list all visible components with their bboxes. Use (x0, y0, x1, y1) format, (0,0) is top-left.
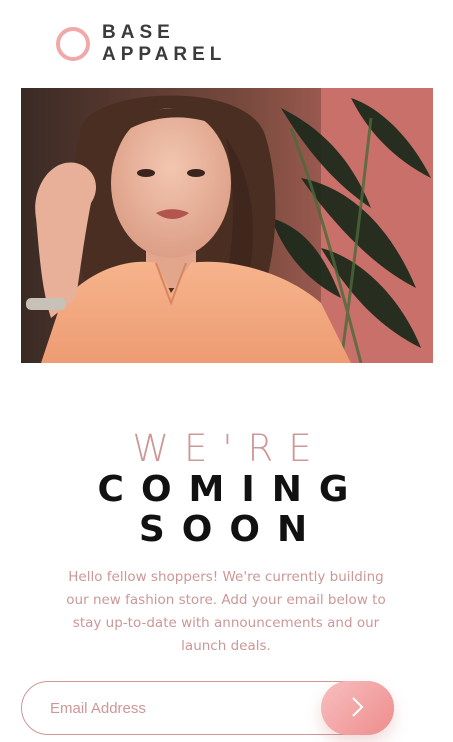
logo-line-2: APPAREL (102, 44, 227, 65)
logo-circle-icon (56, 27, 90, 61)
headline-bold-line-1: COMING (97, 469, 366, 510)
logo-text: BASE APPAREL (102, 22, 226, 66)
headline-light: WE'RE (132, 427, 327, 470)
logo[interactable]: BASE APPAREL (56, 22, 226, 66)
submit-button[interactable] (321, 681, 394, 735)
logo-line-1: BASE (102, 22, 175, 43)
arrow-right-icon (351, 696, 364, 720)
email-signup-form (21, 681, 394, 735)
headline-bold-line-2: SOON (138, 509, 325, 550)
description-text: Hello fellow shoppers! We're currently b… (66, 569, 386, 654)
headline: WE'RE COMING SOON (0, 428, 453, 550)
hero-image (21, 88, 433, 363)
